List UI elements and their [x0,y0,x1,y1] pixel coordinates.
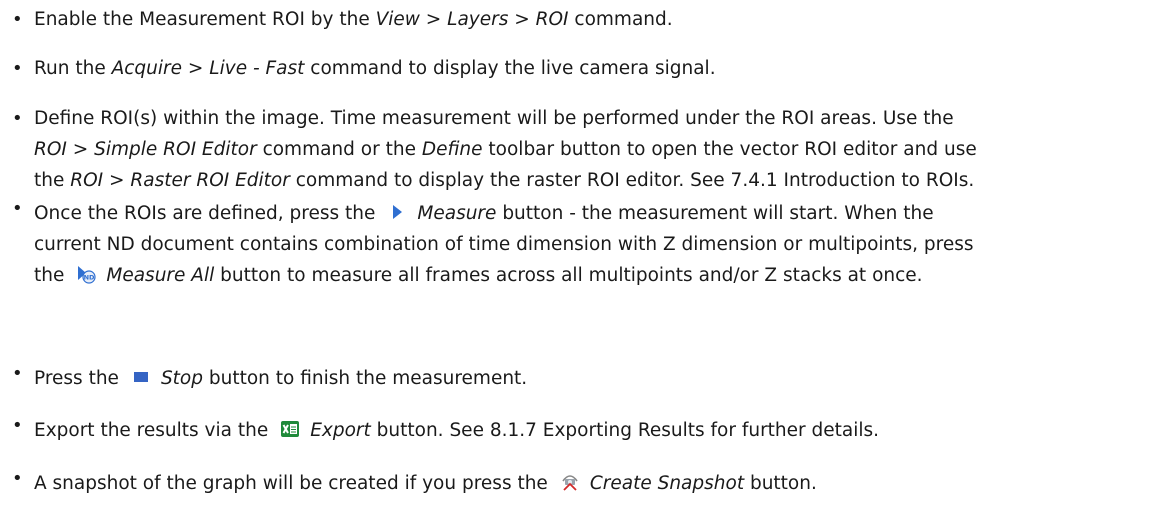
menu-path-view-layers-roi: View > Layers > ROI [375,9,569,30]
bullet: • [12,58,23,79]
list-item: • Define ROI(s) within the image. Time m… [12,103,1142,196]
measure-all-nd-icon: ND [76,264,96,284]
list-item-text: Press the Stop button to finish the measu… [34,363,1142,394]
text-run: button - the measurement will start. Whe… [496,203,934,224]
create-snapshot-button-name: Create Snapshot [589,473,745,494]
stop-icon [131,367,151,387]
text-run: command to display the raster ROI editor… [289,170,975,191]
list-item: • Run the Acquire > Live - Fast command … [12,53,1142,84]
list-item-text: Define ROI(s) within the image. Time mea… [34,103,1142,196]
document-page: • Enable the Measurement ROI by the View… [0,0,1150,521]
list-item: • Export the results via the Export butto… [12,415,1142,446]
measure-all-button-name: Measure All [106,265,215,286]
play-icon [387,202,407,222]
menu-path-acquire-live-fast: Acquire > Live - Fast [111,58,305,79]
text-run: button. See 8.1.7 Exporting Results for … [370,420,880,441]
list-item: • A snapshot of the graph will be create… [12,468,1142,499]
text-run: A snapshot of the graph will be created … [34,473,548,494]
bullet: • [12,415,23,436]
list-item: • Enable the Measurement ROI by the View… [12,4,1142,35]
text-run: Enable the Measurement ROI by the [34,9,376,30]
text-run: button to measure all frames across all … [214,265,923,286]
bullet: • [12,108,23,129]
export-button-name: Export [310,420,371,441]
text-line: Once the ROIs are defined, press the Meas… [34,198,1142,229]
text-run: Export the results via the [34,420,269,441]
camera-snapshot-icon [560,472,580,492]
text-run: button to finish the measurement. [203,368,528,389]
text-run: button. [744,473,817,494]
text-run: Define ROI(s) within the image. Time mea… [34,108,954,129]
list-item: • Once the ROIs are defined, press the Me… [12,198,1142,291]
define-button-name: Define [421,139,483,160]
svg-text:ND: ND [84,274,95,282]
text-run: Press the [34,368,119,389]
text-run: command. [568,9,673,30]
stop-button-name: Stop [160,368,203,389]
text-run: command to display the live camera signa… [304,58,716,79]
list-item: • Press the Stop button to finish the mea… [12,363,1142,394]
text-run: Run the [34,58,112,79]
menu-path-simple-roi-editor: ROI > Simple ROI Editor [34,139,257,160]
text-run: the [34,265,65,286]
text-run: command or the [256,139,422,160]
list-item-text: Export the results via the Export button.… [34,415,1142,446]
list-item-text: Run the Acquire > Live - Fast command to… [34,53,1142,84]
text-line: the ND Measure All button to measure all f… [34,260,1142,291]
list-item-text: Once the ROIs are defined, press the Meas… [34,198,1142,291]
bullet: • [12,9,23,30]
text-line: current ND document contains combination… [34,229,1142,260]
bullet: • [12,363,23,384]
text-line: the ROI > Raster ROI Editor command to d… [34,165,1142,196]
text-run: the [34,170,71,191]
bullet: • [12,468,23,489]
list-item-text: A snapshot of the graph will be created … [34,468,1142,499]
list-item-text: Enable the Measurement ROI by the View >… [34,4,1142,35]
text-line: Define ROI(s) within the image. Time mea… [34,103,1142,134]
text-run: Once the ROIs are defined, press the [34,203,376,224]
text-run: toolbar button to open the vector ROI ed… [482,139,977,160]
text-run: current ND document contains combination… [34,234,974,255]
measure-button-name: Measure [417,203,497,224]
text-line: ROI > Simple ROI Editor command or the D… [34,134,1142,165]
bullet: • [12,198,23,219]
menu-path-raster-roi-editor: ROI > Raster ROI Editor [70,170,290,191]
excel-export-icon [280,419,300,439]
